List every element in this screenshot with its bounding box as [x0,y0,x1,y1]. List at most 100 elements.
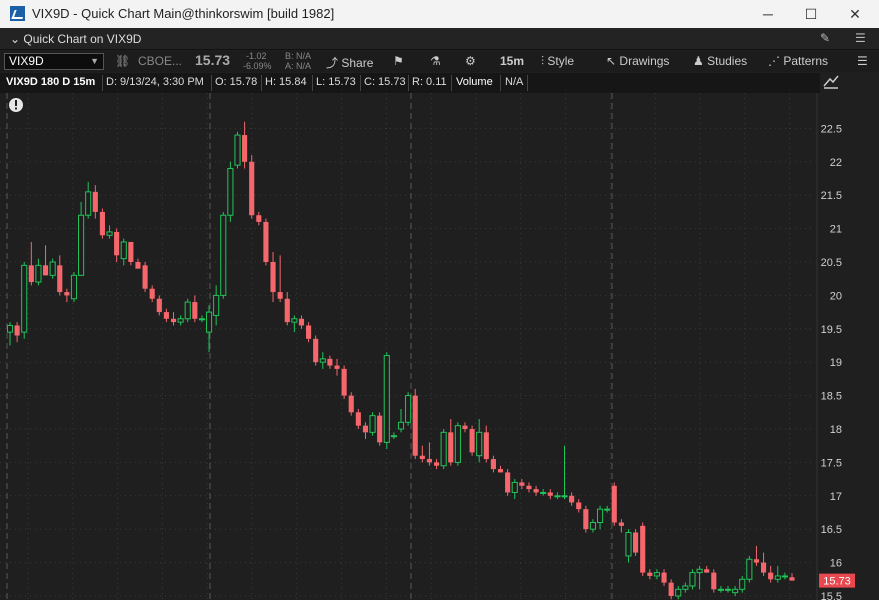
share-icon: ⤴ [326,56,339,70]
expand-panel [820,73,879,93]
candle-body-down [668,582,674,596]
style-button[interactable]: ⫶ Style [541,54,574,69]
price-tick-label: 22 [830,157,842,169]
timeframe-button[interactable]: 15m [500,54,524,68]
toolbar-menu-icon[interactable]: ☰ [857,54,868,68]
price-tick-label: 20.5 [821,257,842,269]
candle-body-down [483,432,489,460]
candle-body-up [383,355,390,443]
divider [360,75,361,91]
candle-body-down [633,532,639,553]
candle-body-up [6,324,14,333]
link-icon[interactable]: ⛓ [115,54,130,68]
symbol-input[interactable]: VIX9D ▼ [4,53,104,70]
candle-body-down [192,302,198,319]
divider [102,75,103,91]
candle-body-up [49,261,56,276]
candle-body-up [390,435,397,438]
candle-body-up [397,421,405,430]
window-title: VIX9D - Quick Chart Main@thinkorswim [bu… [32,6,335,21]
candle-body-down [306,325,312,339]
candle-body-down [92,191,98,212]
drawings-button[interactable]: ↖ Drawings [606,54,669,68]
symbol-value: VIX9D [9,54,44,68]
price-tick-label: 17.5 [821,457,842,469]
alert-icon[interactable] [9,98,23,112]
candle-body-up [774,575,781,580]
candle-body-down [135,262,141,269]
candle-body-down [661,572,667,583]
divider [408,75,409,91]
quick-chart-label[interactable]: ⌄ Quick Chart on VIX9D [10,32,141,46]
chevron-down-icon[interactable]: ▼ [90,54,99,69]
bar-date: D: 9/13/24, 3:30 PM [106,76,204,88]
last-price-tag: 15.73 [819,573,855,588]
candle-body-up [454,425,461,463]
chart-period[interactable]: VIX9D 180 D 15m [6,76,95,88]
candle-body-down [156,298,162,313]
candle-body-down [505,472,511,493]
candle-body-down [128,241,134,262]
pin-icon[interactable]: ✎ [820,31,830,45]
close-button[interactable]: ✕ [833,0,877,28]
candle-body-down [640,525,646,573]
candle-body-down [711,572,717,590]
candle-body-up [205,311,213,333]
candle-body-up [675,588,682,597]
candle-body-down [355,412,361,426]
high-value: H: 15.84 [265,76,307,88]
candle-body-up [220,214,227,296]
divider [261,75,262,91]
patterns-icon: ⋰ [768,54,780,68]
flask-icon[interactable]: ⚗ [430,54,441,68]
studies-button[interactable]: ♟ Studies [693,54,747,68]
candle-body-up [106,231,113,236]
price-tick-label: 18.5 [821,391,842,403]
candle-body-down [583,509,589,530]
candle-body-down [99,211,105,236]
candle-body-up [198,318,206,321]
maximize-button[interactable]: ☐ [789,0,833,28]
candle-body-up [440,431,447,467]
candle-body-down [419,455,425,460]
candle-body-down [313,338,319,363]
quick-chart-header: ⌄ Quick Chart on VIX9D ✎ ☰ [0,28,879,50]
app-logo-icon [10,6,25,21]
candle-body-down [142,265,148,289]
candle-body-down [433,462,440,466]
studies-icon: ♟ [693,54,704,68]
candle-body-up [739,578,746,590]
share-button[interactable]: ⤴ Share [326,54,373,71]
candle-body-down [526,485,532,490]
menu-icon[interactable]: ☰ [855,31,866,45]
gear-icon[interactable]: ⚙ [465,54,476,68]
minimize-button[interactable]: ─ [746,0,790,28]
candle-body-down [576,502,582,510]
candle-body-down [469,428,475,453]
candle-body-down [426,459,432,463]
last-price-tag-label: 15.73 [823,576,851,588]
candle-body-down [789,577,795,581]
candle-body-up [625,532,632,557]
flag-icon[interactable]: ⚑ [393,54,404,68]
price-tick-label: 22.5 [821,123,842,135]
close-value: C: 15.73 [364,76,406,88]
volume-label: Volume [456,76,493,88]
candle-body-down [263,221,269,262]
candle-body-down [14,325,20,336]
candle-body-up [184,301,191,320]
candle-body-up [177,318,184,323]
volume-value: N/A [505,76,524,88]
price-chart[interactable]: 22.5 22 21.5 21 20.5 20 19.5 19 18.5 18 17.5 17 16.5… [0,93,879,600]
expand-chart-icon[interactable] [820,73,879,93]
patterns-button[interactable]: ⋰ Patterns [768,54,828,68]
candle-body-down [362,425,369,433]
candle-body-up [21,264,28,333]
candle-body-down [163,312,169,319]
share-label: Share [341,56,374,70]
candle-body-down [284,298,290,323]
price-tick-label: 19 [830,357,842,369]
candle-body-down [761,562,767,573]
candle-body-down [547,492,553,496]
candle-body-up [696,568,703,574]
